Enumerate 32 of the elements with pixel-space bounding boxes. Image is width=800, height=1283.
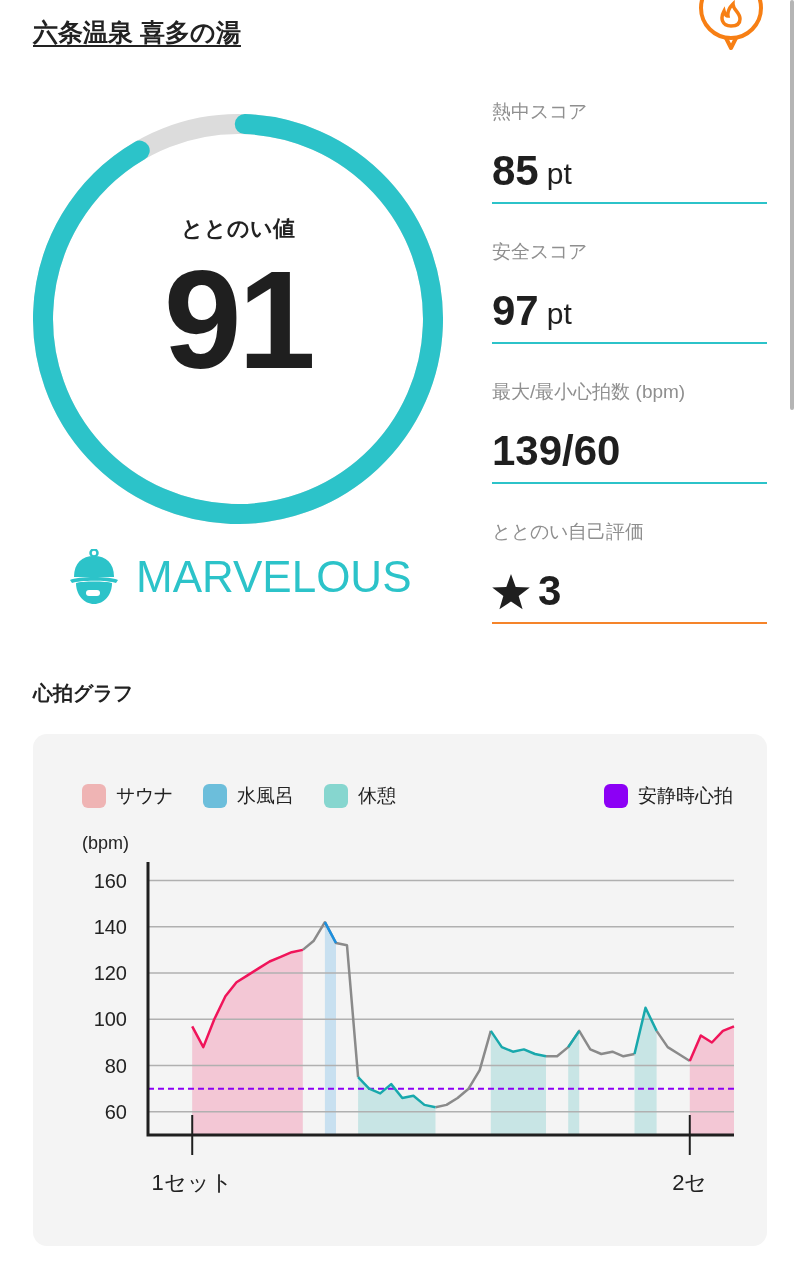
stat-label: ととのい自己評価 <box>492 519 645 544</box>
star-icon <box>492 573 530 610</box>
legend-label: 安静時心拍 <box>638 783 733 808</box>
y-tick-label: 160 <box>93 869 127 892</box>
gauge-label: ととのい値 <box>181 215 295 243</box>
y-tick-label: 60 <box>104 1100 127 1123</box>
legend-label: 水風呂 <box>237 783 294 808</box>
stat-unit: pt <box>546 295 572 332</box>
stat-value: 85 <box>492 145 539 196</box>
mascot-icon <box>68 548 120 605</box>
y-tick-label: 120 <box>93 962 127 985</box>
stat-unit: pt <box>546 155 572 192</box>
stat-label: 最大/最小心拍数 (bpm) <box>492 379 687 404</box>
x-tick-mark <box>688 1114 691 1156</box>
legend-label: サウナ <box>116 783 173 808</box>
y-tick-label: 140 <box>93 915 127 938</box>
section-title: 心拍グラフ <box>33 681 133 704</box>
x-tick-mark <box>191 1114 194 1156</box>
y-tick-label: 100 <box>93 1008 127 1031</box>
stat-label: 熱中スコア <box>492 99 588 124</box>
x-tick-label: 2セ <box>672 1170 708 1195</box>
stat-value: 97 <box>492 285 539 336</box>
legend-label: 休憩 <box>358 783 396 808</box>
gauge-value: 91 <box>163 245 313 395</box>
stat-label: 安全スコア <box>492 239 588 264</box>
stat-value: 139/60 <box>492 425 621 476</box>
y-axis-label: (bpm) <box>82 833 129 853</box>
facility-name[interactable]: 六条温泉 喜多の湯 <box>33 18 241 46</box>
grade-label: MARVELOUS <box>136 550 412 603</box>
y-tick-label: 80 <box>104 1054 127 1077</box>
x-tick-label: 1セット <box>151 1170 233 1195</box>
stat-value: 3 <box>538 565 562 616</box>
